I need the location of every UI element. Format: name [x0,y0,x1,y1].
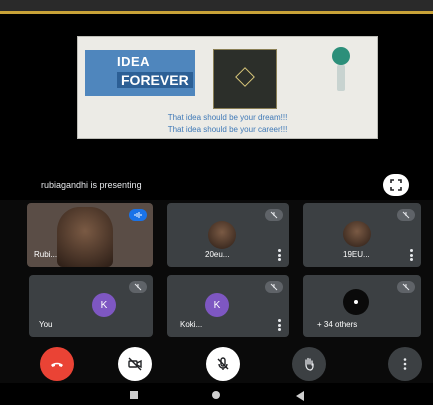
mic-off-icon [402,211,410,219]
mic-off-icon [402,283,410,291]
mic-off-icon [134,283,142,291]
mic-muted-indicator [129,281,147,293]
more-options-button[interactable] [388,347,422,381]
participant-name: 20eu... [205,250,230,259]
gem-icon [235,67,255,87]
participant-tile[interactable]: 19EU... [303,203,421,267]
more-vert-icon[interactable] [278,249,281,261]
avatar [208,221,236,249]
mic-muted-indicator [397,281,415,293]
participant-name: You [39,320,53,329]
mic-toggle-button[interactable] [206,347,240,381]
participant-tile-self[interactable]: K You [29,275,153,337]
home-icon[interactable] [212,391,220,399]
participant-name: Rubi... [34,250,58,259]
bulb-base [337,65,345,91]
shared-slide: IDEA FOREVER That idea should be your dr… [77,36,378,139]
slide-title-1: IDEA [117,54,151,69]
call-controls [0,343,433,383]
avatar [343,221,371,247]
more-vert-icon[interactable] [410,249,413,261]
camera-toggle-button[interactable] [118,347,152,381]
more-vert-icon[interactable] [278,319,281,331]
recents-icon[interactable] [130,391,138,399]
participant-tile-others[interactable]: + 34 others [303,275,421,337]
mic-muted-indicator [265,209,283,221]
participant-video [57,207,113,267]
end-call-button[interactable] [40,347,74,381]
mic-muted-indicator [265,281,283,293]
raise-hand-button[interactable] [292,347,326,381]
presentation-stage: IDEA FOREVER That idea should be your dr… [0,14,433,200]
end-call-icon [51,362,63,367]
avatar: K [205,293,229,317]
participant-name: + 34 others [317,320,358,329]
more-vert-icon [403,358,407,370]
audio-wave-icon [134,212,142,218]
raise-hand-icon [305,357,314,371]
participant-name: Koki... [180,320,203,329]
mic-off-icon [270,283,278,291]
top-status-strip [0,0,433,14]
camera-off-icon [128,357,142,371]
slide-dark-card [213,49,277,109]
slide-title-2: FOREVER [117,72,193,88]
dot-icon [354,300,358,304]
mic-off-icon [270,211,278,219]
mic-off-icon [217,357,229,370]
fullscreen-icon [390,179,402,191]
slide-line-1: That idea should be your dream!!! [167,113,288,122]
presenter-label: rubiagandhi is presenting [41,180,142,190]
slide-idea-banner: IDEA FOREVER [85,50,195,96]
speaking-indicator [129,209,147,221]
mic-muted-indicator [397,209,415,221]
slide-line-2: That idea should be your career!!! [167,125,288,134]
system-navigation-bar [0,383,433,405]
participant-tile[interactable]: Rubi... [27,203,153,267]
participant-tile[interactable]: 20eu... [167,203,289,267]
participant-name: 19EU... [343,250,370,259]
fullscreen-button[interactable] [383,174,409,196]
back-icon[interactable] [296,391,304,401]
avatar: K [92,293,116,317]
bulb-icon [332,47,350,65]
participant-tile[interactable]: K Koki... [167,275,289,337]
others-avatar [343,289,369,315]
